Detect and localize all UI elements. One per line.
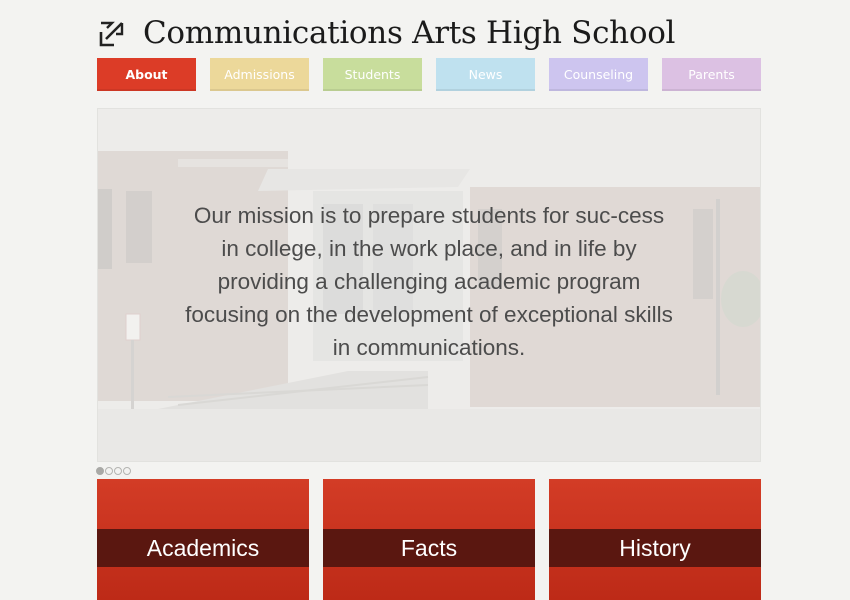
- card-history[interactable]: History: [549, 479, 761, 600]
- slide-dot[interactable]: [96, 467, 104, 475]
- slide-dot[interactable]: [105, 467, 113, 475]
- slideshow-pagination: [96, 467, 131, 475]
- card-label: History: [549, 529, 761, 567]
- site-title[interactable]: Communications Arts High School: [143, 15, 675, 51]
- slide-dot[interactable]: [123, 467, 131, 475]
- nav-item-students[interactable]: Students: [323, 58, 422, 91]
- nav-label: Parents: [688, 67, 735, 82]
- mission-statement: Our mission is to prepare students for s…: [185, 203, 673, 360]
- nav-item-about[interactable]: About: [97, 58, 196, 91]
- nav-label: News: [468, 67, 503, 82]
- nav-item-news[interactable]: News: [436, 58, 535, 91]
- nav-label: Counseling: [563, 67, 634, 82]
- nav-label: Admissions: [224, 67, 295, 82]
- main-nav: About Admissions Students News Counselin…: [97, 58, 761, 91]
- nav-label: Students: [344, 67, 401, 82]
- arrow-in-box-icon[interactable]: [97, 18, 127, 48]
- nav-label: About: [125, 67, 168, 82]
- hero-slideshow: Our mission is to prepare students for s…: [97, 108, 761, 462]
- site-header: Communications Arts High School: [97, 12, 675, 54]
- nav-item-counseling[interactable]: Counseling: [549, 58, 648, 91]
- slide-dot[interactable]: [114, 467, 122, 475]
- nav-item-parents[interactable]: Parents: [662, 58, 761, 91]
- card-facts[interactable]: Facts: [323, 479, 535, 600]
- card-label: Facts: [323, 529, 535, 567]
- nav-item-admissions[interactable]: Admissions: [210, 58, 309, 91]
- card-label: Academics: [97, 529, 309, 567]
- card-academics[interactable]: Academics: [97, 479, 309, 600]
